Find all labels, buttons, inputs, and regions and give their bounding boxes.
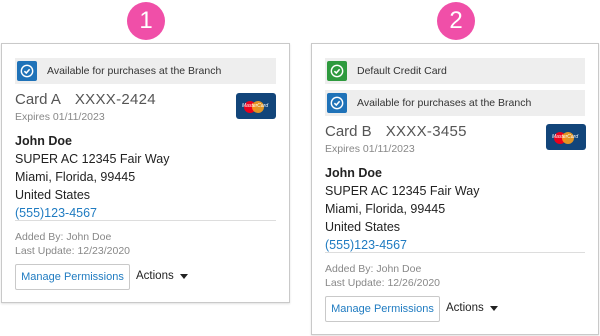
branch-purchase-tag: Available for purchases at the Branch	[325, 90, 585, 116]
divider	[325, 252, 585, 253]
caret-down-icon	[179, 273, 188, 279]
actions-label: Actions	[446, 302, 484, 314]
card-number: XXXX-3455	[385, 123, 467, 140]
manage-permissions-button[interactable]: Manage Permissions	[15, 264, 130, 290]
card-title: Card A XXXX-2424	[15, 91, 156, 108]
card-expiry: Expires 01/11/2023	[325, 143, 415, 155]
tag-label: Default Credit Card	[357, 65, 447, 77]
step-badge-1: 1	[127, 2, 165, 40]
check-icon	[327, 93, 347, 113]
step-badge-2: 2	[437, 2, 475, 40]
card-title: Card B XXXX-3455	[325, 123, 467, 140]
address-country: United States	[15, 188, 91, 202]
actions-dropdown[interactable]: Actions	[136, 270, 188, 282]
check-icon	[17, 61, 37, 81]
caret-down-icon	[489, 305, 498, 311]
manage-permissions-button[interactable]: Manage Permissions	[325, 296, 440, 322]
cardholder-name: John Doe	[15, 134, 72, 148]
address-country: United States	[325, 220, 401, 234]
last-update: Last Update: 12/26/2020	[325, 277, 441, 289]
card-meta: Added By: John Doe Last Update: 12/26/20…	[325, 262, 440, 290]
actions-label: Actions	[136, 270, 174, 282]
card-expiry: Expires 01/11/2023	[15, 111, 105, 123]
card-number: XXXX-2424	[74, 91, 156, 108]
address-line-1: SUPER AC 12345 Fair Way	[15, 152, 170, 166]
mastercard-logo: MasterCard	[546, 124, 586, 150]
payment-card-a: Available for purchases at the Branch Ca…	[1, 43, 290, 303]
divider	[15, 220, 276, 221]
added-by: Added By: John Doe	[15, 231, 112, 243]
address-line-2: Miami, Florida, 99445	[15, 170, 136, 184]
tag-label: Available for purchases at the Branch	[47, 65, 222, 77]
tag-label: Available for purchases at the Branch	[357, 97, 532, 109]
mastercard-logo: MasterCard	[236, 93, 276, 119]
payment-card-b: Default Credit Card Available for purcha…	[311, 43, 599, 335]
last-update: Last Update: 12/23/2020	[15, 245, 131, 257]
default-card-tag: Default Credit Card	[325, 58, 585, 84]
cardholder-name: John Doe	[325, 166, 382, 180]
branch-purchase-tag: Available for purchases at the Branch	[15, 58, 276, 84]
billing-address: John Doe SUPER AC 12345 Fair Way Miami, …	[325, 164, 479, 254]
card-name: Card A	[15, 91, 61, 108]
address-line-2: Miami, Florida, 99445	[325, 202, 446, 216]
billing-address: John Doe SUPER AC 12345 Fair Way Miami, …	[15, 132, 169, 222]
actions-dropdown[interactable]: Actions	[446, 302, 498, 314]
card-name: Card B	[325, 123, 372, 140]
added-by: Added By: John Doe	[325, 263, 422, 275]
card-meta: Added By: John Doe Last Update: 12/23/20…	[15, 230, 130, 258]
check-icon	[327, 61, 347, 81]
address-line-1: SUPER AC 12345 Fair Way	[325, 184, 480, 198]
